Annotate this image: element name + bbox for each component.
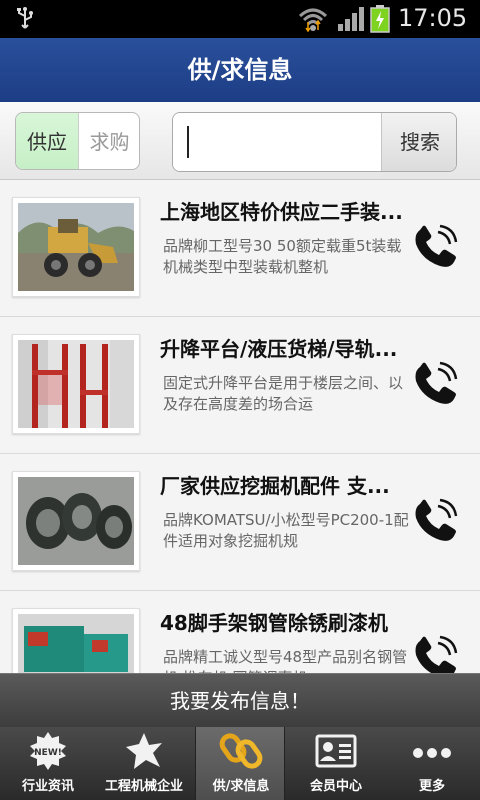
pipe-machine-photo — [18, 614, 134, 673]
nav-label: 更多 — [418, 779, 445, 794]
clock: 17:05 — [398, 4, 468, 32]
listing-thumbnail — [12, 334, 140, 434]
listing-title[interactable]: 48脚手架钢管除锈刷漆机 — [160, 607, 405, 636]
news-badge-icon: NEW! — [30, 732, 66, 770]
nav-label: 供/求信息 — [212, 779, 270, 794]
list-item[interactable]: 升降平台/液压货梯/导轨... 固定式升降平台是用于楼层之间、以及存在高度差的场… — [0, 317, 480, 454]
nav-label: 会员中心 — [309, 779, 362, 794]
title-bar: 供/求信息 — [0, 38, 480, 102]
wifi-icon — [298, 8, 328, 32]
search-input[interactable] — [173, 113, 381, 171]
loader-photo — [18, 203, 134, 291]
news-badge-text: NEW! — [34, 748, 62, 758]
bottom-nav: NEW! 行业资讯 工程机械企业 供/求信息 会员中心 更多 — [0, 727, 480, 800]
listing-title[interactable]: 升降平台/液压货梯/导轨... — [160, 333, 405, 362]
battery-icon — [370, 5, 390, 33]
nav-supply-demand[interactable]: 供/求信息 — [195, 727, 285, 800]
star-burst-icon — [126, 733, 162, 769]
listing-description: 品牌KOMATSU/小松型号PC200-1配件适用对象挖掘机规 — [163, 511, 409, 550]
listing-description: 品牌柳工型号30 50额定载重5t装载机械类型中型装载机整机 — [163, 237, 402, 276]
phone-call-icon[interactable] — [412, 635, 460, 673]
tab-demand[interactable]: 求购 — [78, 113, 139, 169]
filter-row: 供应 求购 搜索 — [0, 102, 480, 180]
nav-label: 工程机械企业 — [104, 779, 183, 794]
listing-title[interactable]: 上海地区特价供应二手装... — [160, 196, 405, 225]
nav-industry-news[interactable]: NEW! 行业资讯 — [0, 727, 96, 800]
listing-thumbnail — [12, 197, 140, 297]
listing-list[interactable]: 上海地区特价供应二手装... 品牌柳工型号30 50额定载重5t装载机械类型中型… — [0, 180, 480, 673]
chain-link-icon — [219, 733, 263, 769]
phone-call-icon[interactable] — [412, 498, 460, 544]
listing-thumbnail — [12, 608, 140, 673]
nav-member-center[interactable]: 会员中心 — [288, 727, 384, 800]
search-button[interactable]: 搜索 — [381, 113, 456, 171]
page-title: 供/求信息 — [187, 56, 293, 84]
listing-title[interactable]: 厂家供应挖掘机配件 支... — [160, 470, 405, 499]
supply-demand-toggle: 供应 求购 — [15, 112, 140, 170]
list-item[interactable]: 上海地区特价供应二手装... 品牌柳工型号30 50额定载重5t装载机械类型中型… — [0, 180, 480, 317]
nav-machinery-companies[interactable]: 工程机械企业 — [96, 727, 192, 800]
nav-label: 行业资讯 — [21, 779, 74, 794]
publish-info-button[interactable]: 我要发布信息！ — [0, 673, 480, 727]
status-bar: 17:05 — [0, 0, 480, 38]
listing-thumbnail — [12, 471, 140, 571]
listing-description: 品牌精工诚义型号48型产品别名钢管机 推车机 圆管调直机 — [163, 648, 408, 673]
nav-more[interactable]: 更多 — [384, 727, 480, 800]
phone-call-icon[interactable] — [412, 224, 460, 270]
tab-supply[interactable]: 供应 — [16, 113, 78, 169]
phone-call-icon[interactable] — [412, 361, 460, 407]
list-item[interactable]: 厂家供应挖掘机配件 支... 品牌KOMATSU/小松型号PC200-1配件适用… — [0, 454, 480, 591]
excavator-parts-photo — [18, 477, 134, 565]
list-item[interactable]: 48脚手架钢管除锈刷漆机 品牌精工诚义型号48型产品别名钢管机 推车机 圆管调直… — [0, 591, 480, 673]
search-box: 搜索 — [172, 112, 457, 172]
listing-description: 固定式升降平台是用于楼层之间、以及存在高度差的场合运 — [163, 374, 404, 413]
usb-icon — [17, 7, 33, 29]
text-cursor — [187, 126, 189, 158]
more-dots-icon — [413, 748, 451, 758]
member-card-icon — [315, 734, 357, 768]
signal-icon — [338, 7, 364, 31]
lift-platform-photo — [18, 340, 134, 428]
